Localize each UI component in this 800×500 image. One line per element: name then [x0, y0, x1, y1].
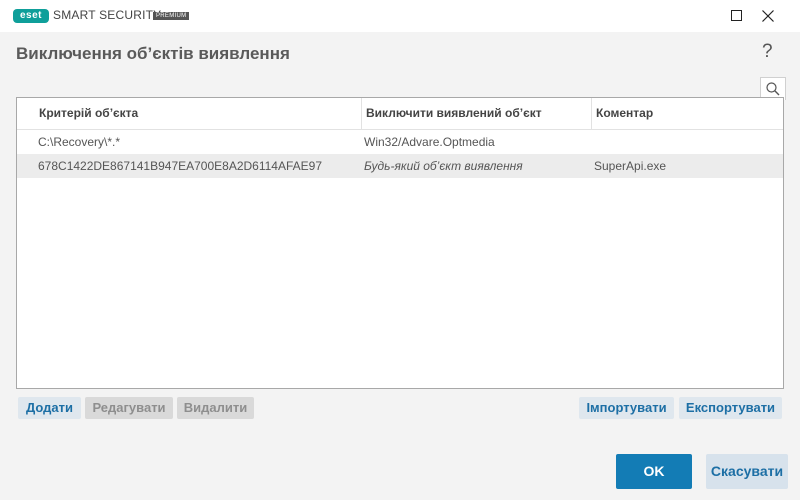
- export-button[interactable]: Експортувати: [679, 397, 782, 419]
- delete-button[interactable]: Видалити: [177, 397, 254, 419]
- column-header-criterion[interactable]: Критерій об’єкта: [35, 98, 361, 129]
- close-button[interactable]: [752, 0, 784, 32]
- cell-detection: Будь-який об’єкт виявлення: [364, 159, 523, 173]
- header: Виключення об’єктів виявлення ?: [0, 32, 800, 77]
- table-row[interactable]: C:\Recovery\*.* Win32/Advare.Optmedia: [17, 130, 783, 154]
- maximize-button[interactable]: [720, 0, 752, 32]
- maximize-icon: [730, 10, 742, 22]
- add-button[interactable]: Додати: [18, 397, 81, 419]
- exclusions-table: Критерій об’єкта Виключити виявлений об’…: [16, 97, 784, 389]
- table-row[interactable]: 678C1422DE867141B947EA700E8A2D6114AFAE97…: [17, 154, 783, 178]
- edition-badge: PREMIUM: [153, 12, 190, 20]
- product-name: SMART SECURITY: [53, 8, 162, 22]
- title-bar: eset SMART SECURITY PREMIUM: [0, 0, 800, 32]
- cell-comment: SuperApi.exe: [594, 159, 667, 173]
- import-button[interactable]: Імпортувати: [579, 397, 674, 419]
- content-area: Критерій об’єкта Виключити виявлений об’…: [0, 77, 800, 500]
- cancel-button[interactable]: Скасувати: [706, 454, 788, 489]
- exclusions-window: eset SMART SECURITY PREMIUM Виключення о…: [0, 0, 800, 500]
- cell-detection: Win32/Advare.Optmedia: [364, 135, 495, 149]
- search-icon: [766, 82, 780, 96]
- page-title: Виключення об’єктів виявлення: [16, 44, 290, 63]
- eset-logo: eset: [13, 9, 49, 23]
- help-icon[interactable]: ?: [762, 41, 773, 63]
- cell-comment: [594, 130, 774, 154]
- column-header-detection[interactable]: Виключити виявлений об’єкт: [361, 98, 591, 129]
- ok-button[interactable]: OK: [616, 454, 692, 489]
- cell-criterion: C:\Recovery\*.*: [38, 135, 121, 149]
- column-header-comment[interactable]: Коментар: [591, 98, 783, 129]
- edit-button[interactable]: Редагувати: [85, 397, 173, 419]
- table-header: Критерій об’єкта Виключити виявлений об’…: [17, 98, 783, 130]
- cell-criterion: 678C1422DE867141B947EA700E8A2D6114AFAE97: [38, 159, 323, 173]
- close-icon: [762, 9, 774, 22]
